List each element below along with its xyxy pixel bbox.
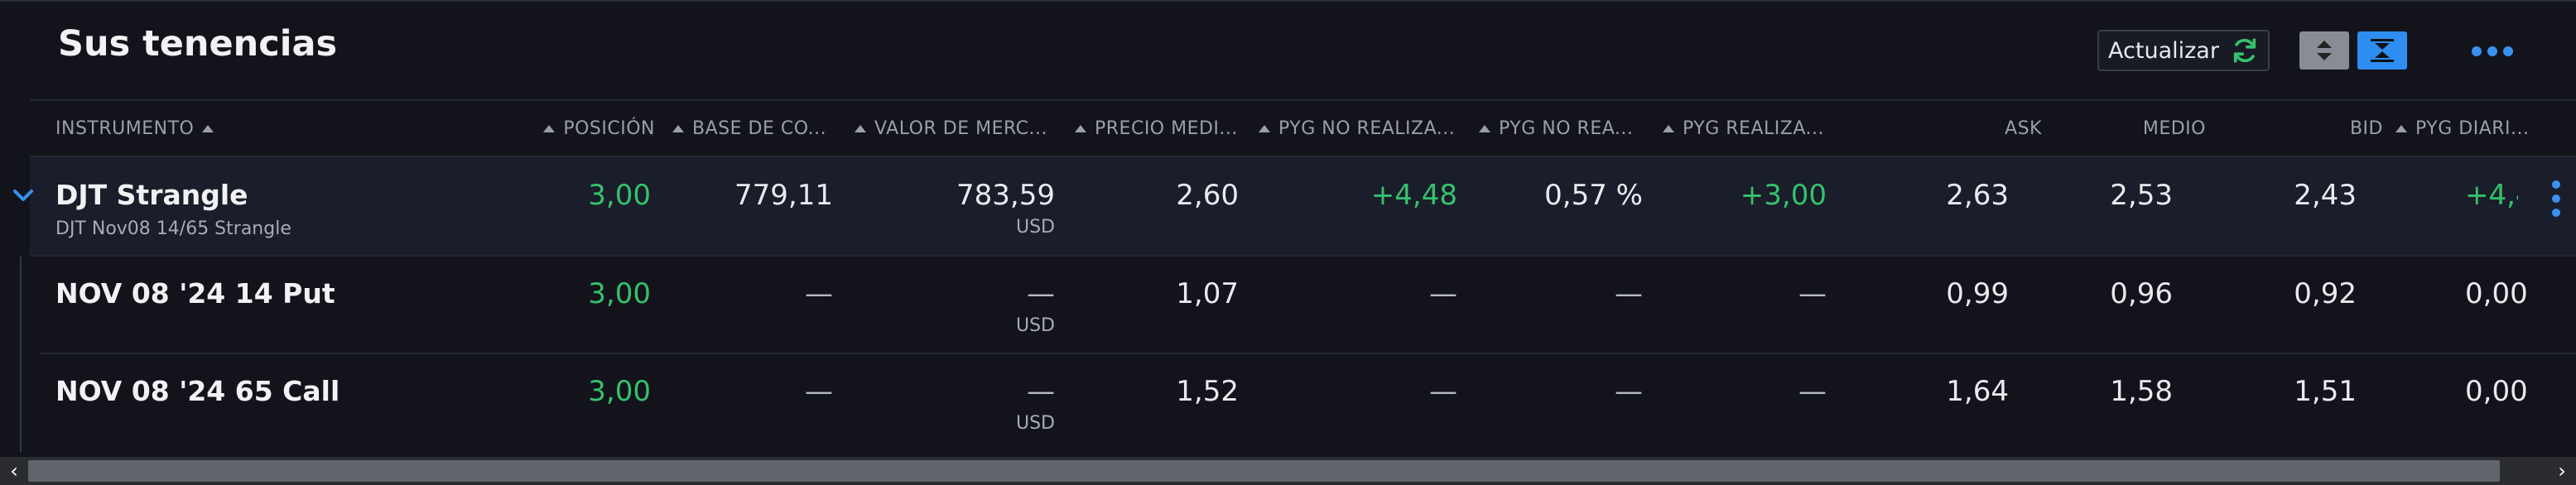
- column-header-position[interactable]: POSICIÓN: [510, 101, 655, 156]
- expand-collapse-icon: [2317, 41, 2332, 60]
- column-header-bid[interactable]: BID: [2249, 101, 2383, 156]
- column-header-realized-pnl[interactable]: PYG REALIZA...: [1663, 101, 1861, 156]
- compress-rows-button[interactable]: [2357, 31, 2407, 70]
- bid-value: 2,43: [2294, 179, 2357, 212]
- market-value: 783,59: [956, 179, 1055, 212]
- currency-label: USD: [1015, 217, 1055, 238]
- scroll-left-icon[interactable]: ‹: [0, 457, 28, 485]
- ask-value: 1,64: [1946, 375, 2009, 408]
- sort-asc-icon: [202, 124, 214, 132]
- bid-value: 0,92: [2294, 277, 2357, 310]
- column-header-instrument[interactable]: INSTRUMENTO: [55, 101, 271, 156]
- cost-basis-value: —: [805, 375, 833, 408]
- ask-value: 2,63: [1946, 179, 2009, 212]
- cost-basis-value: —: [805, 277, 833, 310]
- table-header: INSTRUMENTO POSICIÓN BASE DE CO... VALOR…: [30, 99, 2576, 157]
- instrument-name[interactable]: NOV 08 '24 14 Put: [55, 277, 335, 310]
- currency-label: USD: [1015, 315, 1055, 336]
- column-header-unrealized-pct[interactable]: PYG NO REA...: [1479, 101, 1661, 156]
- column-header-avg-price[interactable]: PRECIO MEDI...: [1075, 101, 1270, 156]
- compress-icon: [2371, 39, 2394, 62]
- expand-rows-button[interactable]: [2299, 31, 2349, 70]
- column-header-market-value[interactable]: VALOR DE MERC...: [855, 101, 1078, 156]
- refresh-label: Actualizar: [2108, 37, 2219, 64]
- instrument-name[interactable]: DJT Strangle: [55, 179, 248, 211]
- refresh-icon: [2233, 38, 2256, 63]
- chevron-down-icon[interactable]: [12, 184, 35, 207]
- panel-title: Sus tenencias: [58, 23, 338, 65]
- bid-value: 1,51: [2294, 375, 2357, 408]
- column-header-unrealized-pnl[interactable]: PYG NO REALIZA...: [1259, 101, 1477, 156]
- unrealized-pct-value: —: [1615, 375, 1643, 408]
- position-value: 3,00: [588, 277, 651, 310]
- mid-value: 1,58: [2110, 375, 2173, 408]
- mid-value: 0,96: [2110, 277, 2173, 310]
- unrealized-pnl-value: —: [1429, 277, 1457, 310]
- scroll-right-icon[interactable]: ›: [2548, 457, 2576, 485]
- instrument-description: DJT Nov08 14/65 Strangle: [55, 218, 291, 239]
- sort-icon: [855, 124, 866, 132]
- daily-pnl-value: 0,00: [2465, 277, 2528, 310]
- column-header-mid[interactable]: MEDIO: [2067, 101, 2206, 156]
- avg-price-value: 1,52: [1176, 375, 1239, 408]
- currency-label: USD: [1015, 413, 1055, 434]
- column-header-ask[interactable]: ASK: [1901, 101, 2042, 156]
- market-value: —: [1027, 375, 1055, 408]
- instrument-name[interactable]: NOV 08 '24 65 Call: [55, 375, 339, 407]
- tree-connector: [20, 257, 22, 452]
- daily-pnl-value: 0,00: [2465, 375, 2528, 408]
- realized-pnl-value: —: [1798, 277, 1827, 310]
- sort-icon: [672, 124, 684, 132]
- realized-pnl-value: —: [1798, 375, 1827, 408]
- avg-price-value: 2,60: [1176, 179, 1239, 212]
- unrealized-pct-value: 0,57 %: [1544, 179, 1643, 212]
- more-icon: [2472, 46, 2482, 56]
- sort-icon: [2395, 124, 2407, 132]
- column-header-cost-basis[interactable]: BASE DE CO...: [672, 101, 850, 156]
- avg-price-value: 1,07: [1176, 277, 1239, 310]
- sort-icon: [1259, 124, 1270, 132]
- cost-basis-value: 779,11: [734, 179, 833, 212]
- refresh-button[interactable]: Actualizar: [2097, 30, 2270, 71]
- sort-icon: [543, 124, 556, 132]
- sort-icon: [1479, 124, 1490, 132]
- market-value: —: [1027, 277, 1055, 310]
- unrealized-pnl-value: +4,48: [1370, 179, 1457, 212]
- sort-icon: [1663, 124, 1674, 132]
- realized-pnl-value: +3,00: [1740, 179, 1827, 212]
- daily-pnl-value: +4,4: [2465, 179, 2518, 212]
- horizontal-scrollbar[interactable]: ‹ ›: [0, 457, 2576, 485]
- unrealized-pct-value: —: [1615, 277, 1643, 310]
- column-header-daily-pnl[interactable]: PYG DIARI...: [2395, 101, 2545, 156]
- row-menu-button[interactable]: [2552, 180, 2560, 217]
- ask-value: 0,99: [1946, 277, 2009, 310]
- unrealized-pnl-value: —: [1429, 375, 1457, 408]
- position-value: 3,00: [588, 375, 651, 408]
- sort-icon: [1075, 124, 1086, 132]
- scrollbar-thumb[interactable]: [28, 460, 2500, 482]
- position-value: 3,00: [588, 179, 651, 212]
- more-options-button[interactable]: [2472, 46, 2513, 56]
- top-border: [0, 0, 2576, 2]
- mid-value: 2,53: [2110, 179, 2173, 212]
